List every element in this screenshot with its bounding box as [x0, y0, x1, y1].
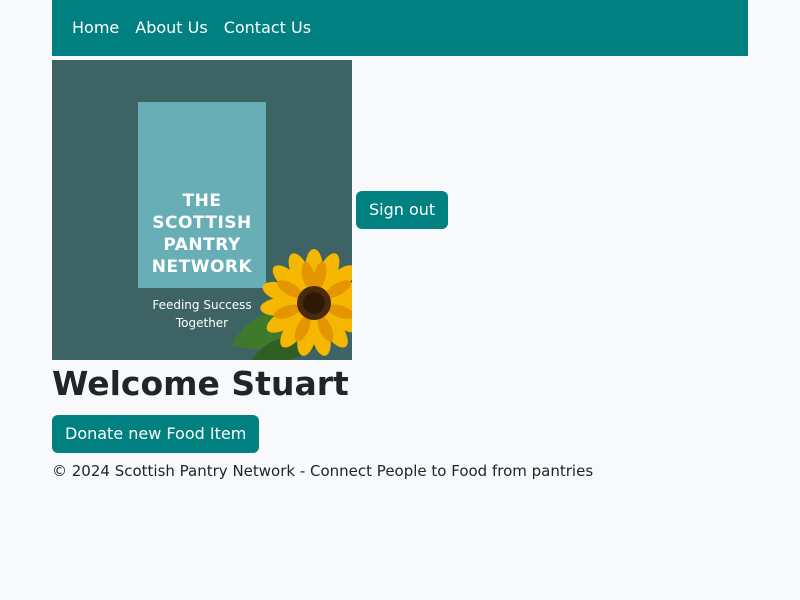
- sign-out-button[interactable]: Sign out: [356, 191, 449, 229]
- top-navbar: Home About Us Contact Us: [52, 0, 748, 56]
- donate-food-item-button[interactable]: Donate new Food Item: [52, 415, 260, 453]
- nav-contact-link[interactable]: Contact Us: [224, 20, 311, 36]
- footer-copyright: © 2024 Scottish Pantry Network - Connect…: [52, 462, 594, 480]
- logo-title-line: THE: [182, 191, 222, 211]
- page-container: Home About Us Contact Us THE SCOTTISH PA…: [52, 0, 748, 481]
- nav-home-link[interactable]: Home: [72, 20, 119, 36]
- header-row: THE SCOTTISH PANTRY NETWORK Feeding Succ…: [52, 60, 748, 360]
- site-logo: THE SCOTTISH PANTRY NETWORK Feeding Succ…: [52, 60, 352, 360]
- sunflower-icon: [232, 249, 352, 360]
- nav-about-link[interactable]: About Us: [135, 20, 207, 36]
- welcome-heading: Welcome Stuart: [52, 364, 349, 403]
